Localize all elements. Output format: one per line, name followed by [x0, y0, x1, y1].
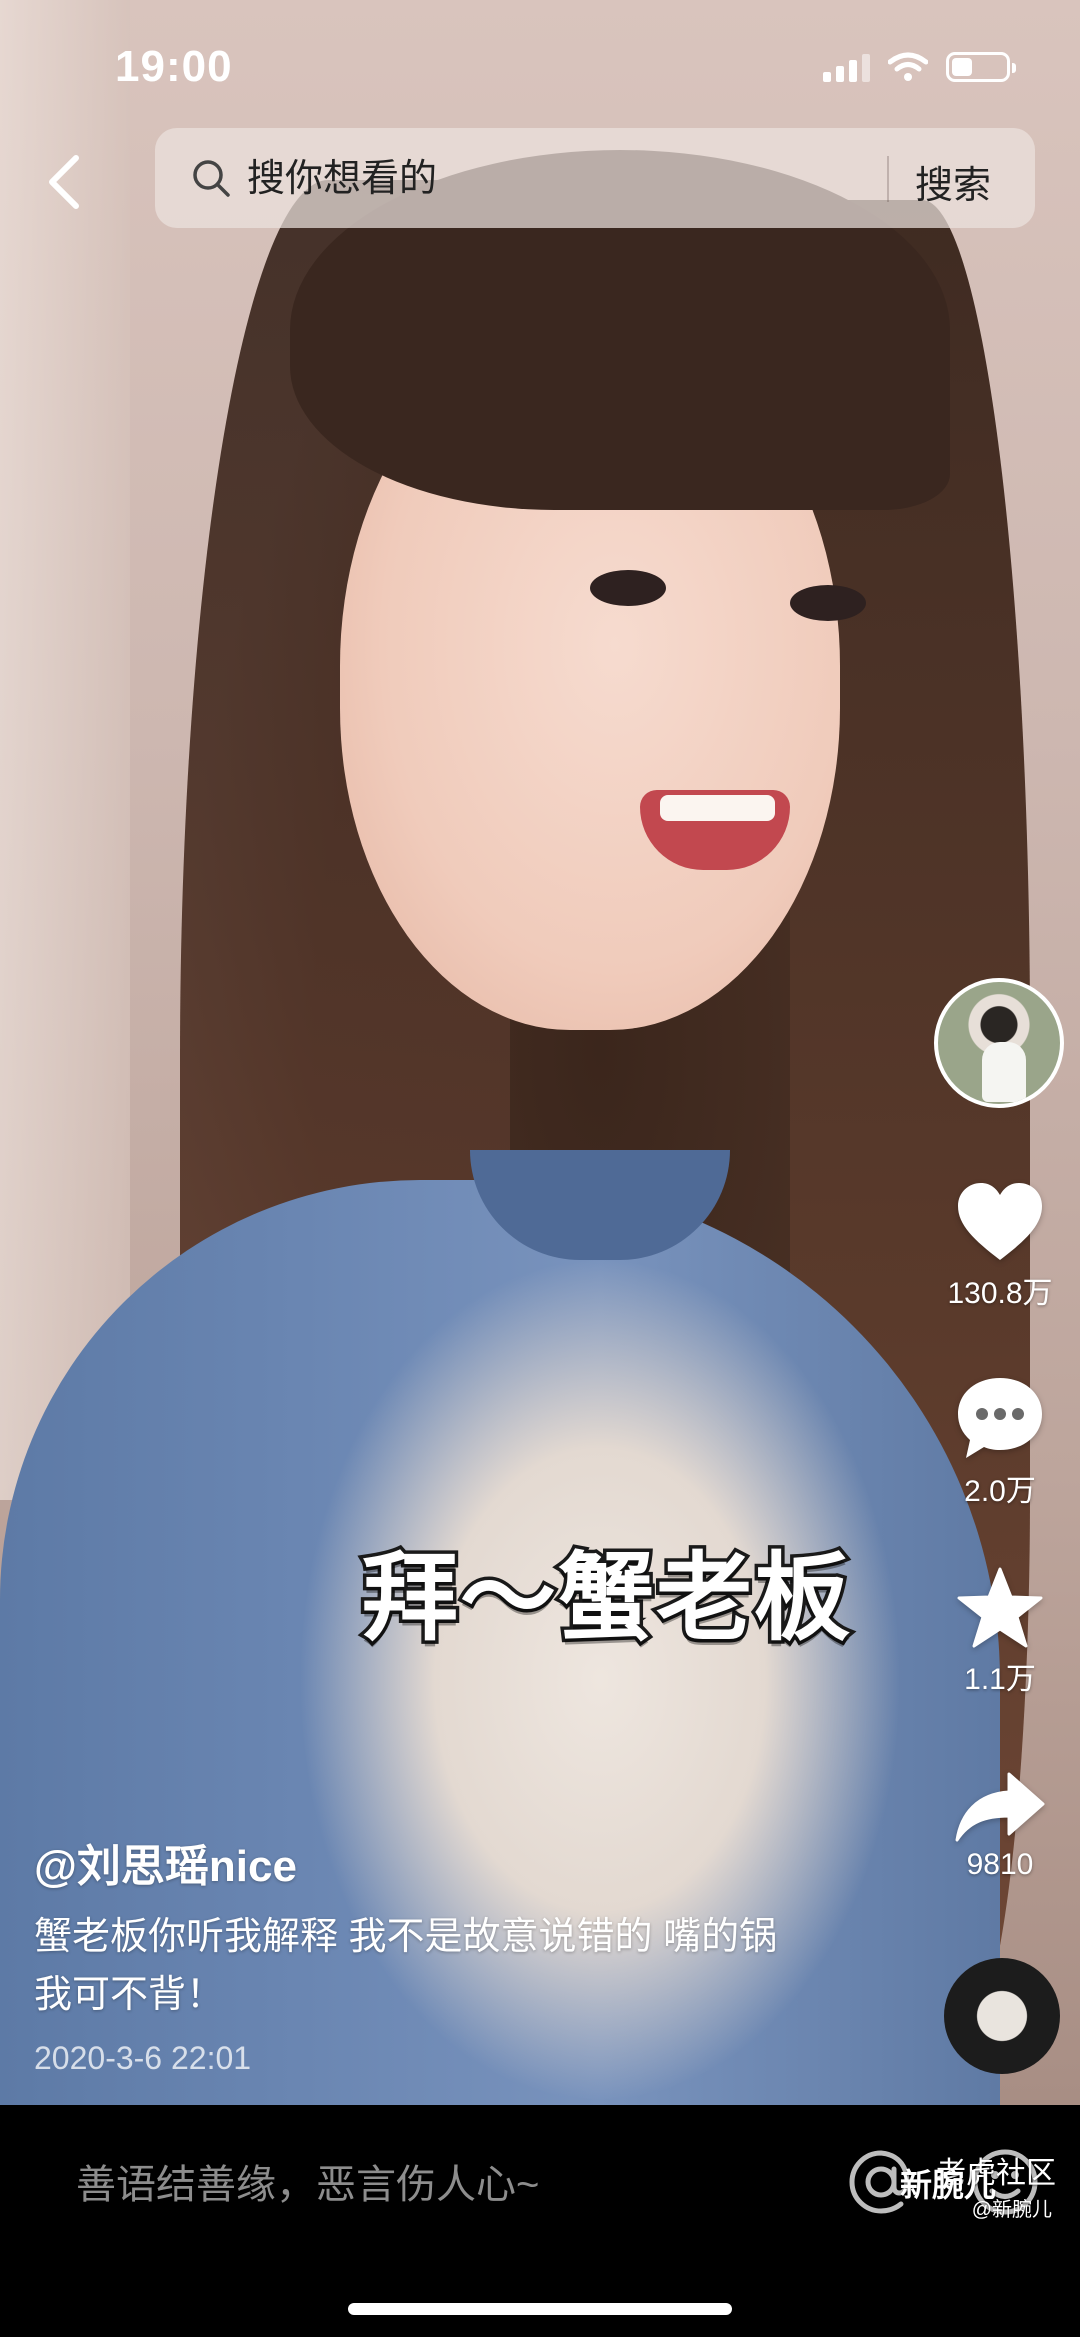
post-description: 蟹老板你听我解释 我不是故意说错的 嘴的锅我可不背！ [34, 1916, 778, 2016]
star-icon [957, 1567, 1043, 1648]
home-indicator[interactable] [348, 2303, 732, 2315]
video-caption-overlay: 拜～蟹老板 [359, 1539, 854, 1658]
like-button[interactable]: 130.8万 [930, 1180, 1070, 1312]
share-arrow-icon [955, 1772, 1045, 1842]
like-count: 130.8万 [947, 1277, 1053, 1310]
back-arrow-icon[interactable] [40, 150, 90, 214]
search-input[interactable] [245, 146, 809, 212]
comment-count: 2.0万 [964, 1475, 1036, 1508]
favorite-count: 1.1万 [964, 1663, 1036, 1696]
comment-bar [0, 2105, 1080, 2337]
share-count: 9810 [966, 1848, 1034, 1881]
status-time: 19:00 [115, 42, 233, 91]
share-button[interactable]: 9810 [930, 1770, 1070, 1882]
battery-icon [946, 52, 1016, 82]
music-disc[interactable] [944, 1958, 1060, 2074]
heart-icon [958, 1183, 1042, 1260]
eye-left [590, 570, 666, 606]
status-icons [823, 52, 1016, 82]
comment-input[interactable] [74, 2149, 778, 2221]
favorite-button[interactable]: 1.1万 [930, 1566, 1070, 1698]
video-player[interactable] [0, 0, 1080, 2105]
comment-bubble-icon [958, 1378, 1042, 1458]
search-bar: 搜索 [155, 128, 1035, 228]
search-button[interactable]: 搜索 [915, 154, 991, 209]
author-name[interactable]: @刘思瑶nice [34, 1830, 297, 1894]
post-date: 2020-3-6 22:01 [34, 2040, 252, 2076]
status-bar: 19:00 [0, 0, 1080, 130]
eye-right [790, 585, 866, 621]
teeth [660, 795, 775, 821]
background-door [0, 0, 130, 1500]
comment-button[interactable]: 2.0万 [930, 1374, 1070, 1510]
search-divider [887, 156, 889, 202]
search-icon [193, 160, 230, 197]
watermark-handle: @新腕儿 [971, 2199, 1052, 2221]
author-avatar[interactable] [934, 978, 1064, 1108]
wifi-icon [888, 52, 928, 81]
cellular-signal-icon [823, 52, 870, 82]
